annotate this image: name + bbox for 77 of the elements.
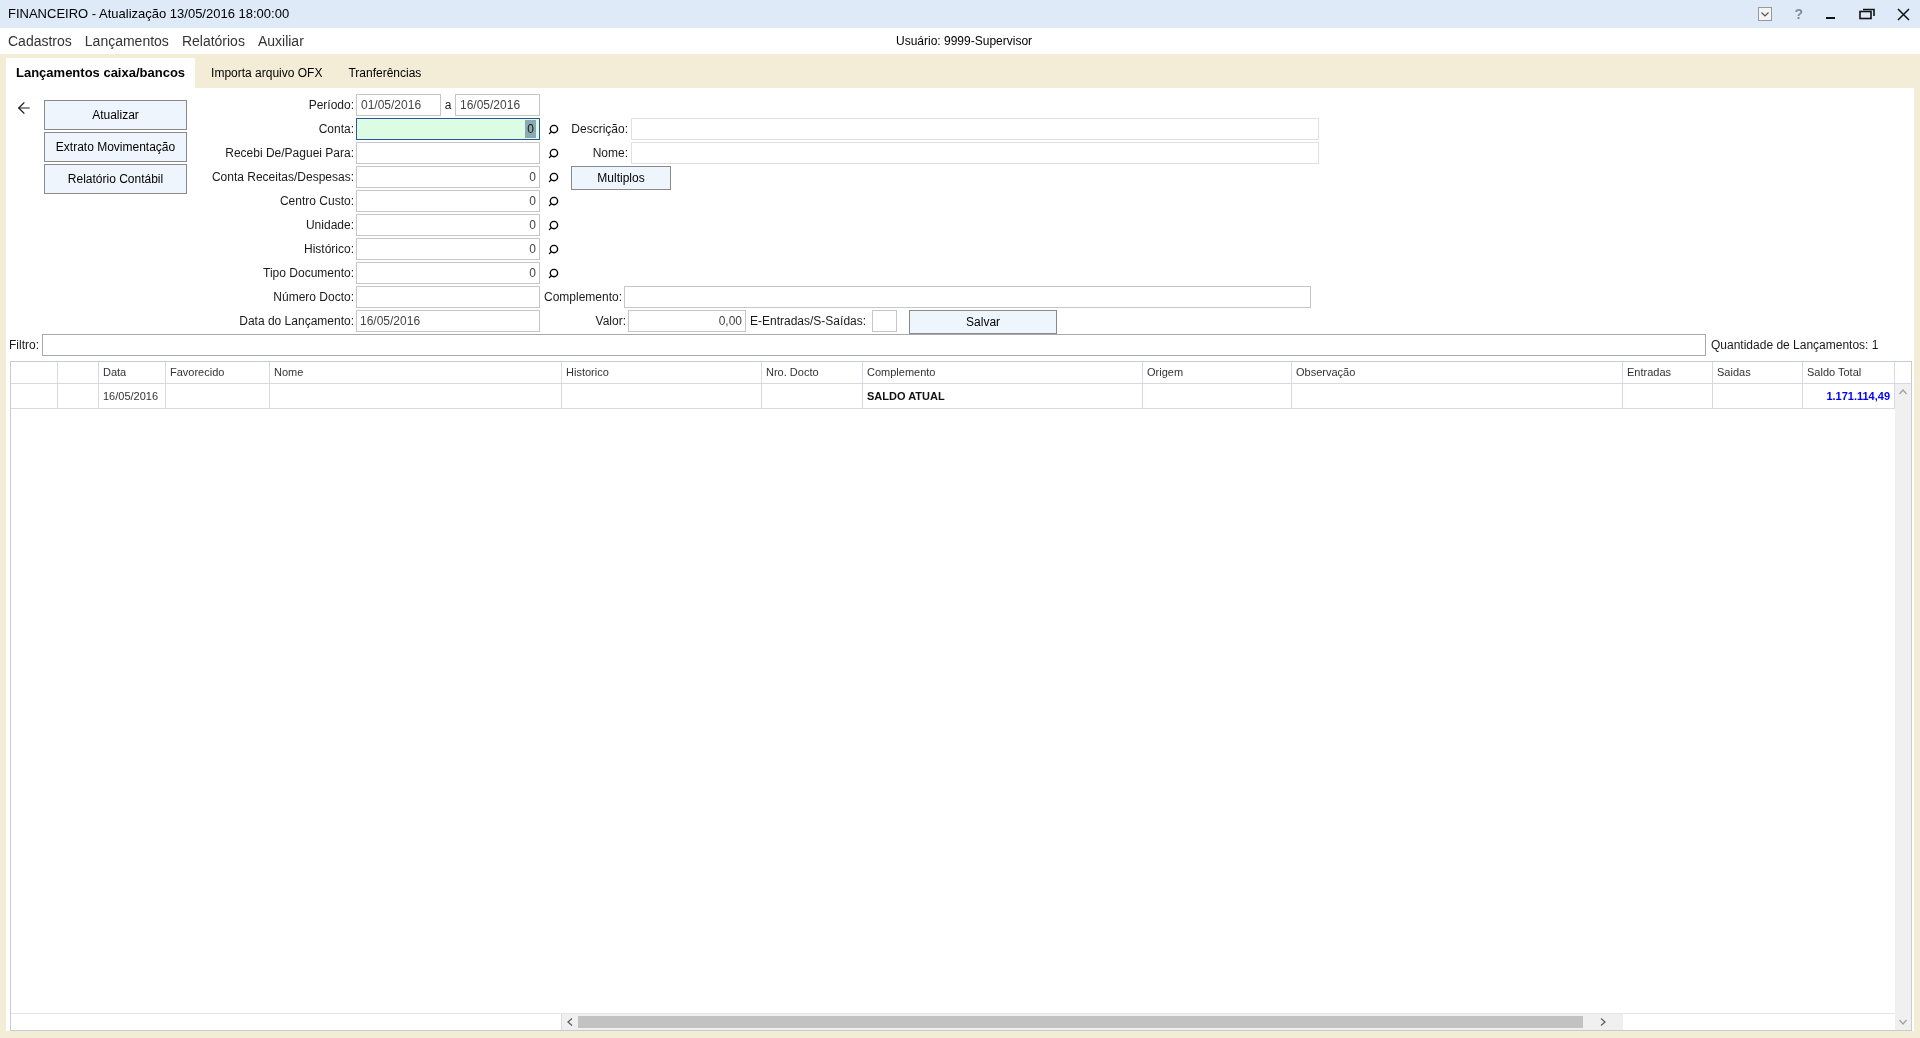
filter-field[interactable] [42, 334, 1706, 356]
field-label: Data do Lançamento: [238, 313, 354, 330]
column-header[interactable]: Observação [1296, 364, 1356, 381]
menu-item[interactable]: Relatórios [181, 30, 245, 52]
field-label: Valor: [594, 313, 626, 330]
field-label: Filtro: [9, 337, 39, 354]
field-label: Tipo Documento: [262, 265, 354, 282]
input-field[interactable] [356, 286, 540, 308]
table-cell-text: 1.171.114,49 [1826, 388, 1890, 404]
date-field[interactable]: 01/05/2016 [356, 94, 441, 116]
close-icon[interactable] [1897, 7, 1910, 21]
date-field[interactable]: 16/05/2016 [455, 94, 540, 116]
input-field[interactable]: 0 [356, 118, 540, 140]
scroll-left-icon[interactable] [567, 1018, 573, 1026]
field-label: Número Docto: [272, 289, 354, 306]
table-cell-text: 16/05/2016 [103, 388, 159, 404]
column-header[interactable]: Nro. Docto [766, 364, 819, 381]
tab[interactable]: Importa arquivo OFX [201, 58, 333, 88]
description-field[interactable] [631, 118, 1319, 140]
search-icon[interactable] [547, 195, 559, 207]
field-label: E-Entradas/S-Saídas: [750, 313, 867, 330]
user-label: Usuário: 9999-Supervisor [896, 33, 1033, 50]
input-field[interactable]: 16/05/2016 [356, 310, 540, 332]
field-label: Centro Custo: [278, 193, 354, 210]
search-icon[interactable] [547, 147, 559, 159]
window-title: FINANCEIRO - Atualização 13/05/2016 18:00:00 [8, 5, 290, 24]
multiples-button[interactable]: Multiplos [571, 165, 671, 190]
scrollbar-thumb[interactable] [578, 1016, 1583, 1028]
search-icon[interactable] [547, 219, 559, 231]
tab[interactable]: Lançamentos caixa/bancos [6, 58, 196, 88]
complement-field[interactable] [624, 286, 1312, 308]
search-icon[interactable] [547, 243, 559, 255]
column-header[interactable]: Entradas [1627, 364, 1672, 381]
field-label: Conta Receitas/Despesas: [210, 169, 354, 186]
field-label: Recebi De/Paguei Para: [224, 145, 354, 162]
action-button[interactable]: Relatório Contábil [44, 164, 187, 194]
column-header[interactable]: Saidas [1717, 364, 1751, 381]
field-label: Conta: [317, 121, 354, 138]
menu-item[interactable]: Lançamentos [84, 30, 169, 52]
field-label: Nome: [591, 145, 628, 162]
input-field[interactable] [356, 142, 540, 164]
column-header[interactable]: Nome [274, 364, 304, 381]
field-label: Período: [307, 97, 354, 114]
column-header[interactable]: Data [103, 364, 127, 381]
dropdown-icon[interactable] [1758, 7, 1773, 21]
tab[interactable]: Tranferências [338, 58, 432, 88]
column-header[interactable]: Saldo Total [1807, 364, 1862, 381]
search-icon[interactable] [547, 171, 559, 183]
action-button[interactable]: Atualizar [44, 100, 187, 130]
field-label: Histórico: [303, 241, 354, 258]
action-button[interactable]: Extrato Movimentação [44, 132, 187, 162]
direction-field[interactable] [872, 310, 898, 332]
field-label: Descrição: [570, 121, 628, 138]
horizontal-scrollbar[interactable] [562, 1014, 1623, 1030]
search-icon[interactable] [547, 267, 559, 279]
input-field[interactable]: 0 [356, 262, 540, 284]
amount-field[interactable]: 0,00 [628, 310, 746, 332]
range-separator: a [443, 97, 453, 114]
restore-icon[interactable] [1859, 8, 1875, 20]
count-label: Quantidade de Lançamentos: 1 [1711, 337, 1879, 354]
column-header[interactable]: Favorecido [170, 364, 225, 381]
name-field[interactable] [631, 142, 1319, 164]
table-cell-text: SALDO ATUAL [867, 388, 945, 404]
search-icon[interactable] [547, 123, 559, 135]
input-field[interactable]: 0 [356, 238, 540, 260]
scroll-right-icon[interactable] [1600, 1018, 1606, 1026]
field-label: Complemento: [544, 289, 623, 306]
input-field[interactable]: 0 [356, 214, 540, 236]
column-header[interactable]: Complemento [867, 364, 936, 381]
menu-item[interactable]: Auxiliar [257, 30, 304, 52]
save-button[interactable]: Salvar [909, 309, 1058, 334]
column-header[interactable]: Historico [566, 364, 609, 381]
field-label: Unidade: [304, 217, 354, 234]
menu-item[interactable]: Cadastros [8, 30, 72, 52]
input-field[interactable]: 0 [356, 190, 540, 212]
column-header[interactable]: Origem [1147, 364, 1184, 381]
input-field[interactable]: 0 [356, 166, 540, 188]
